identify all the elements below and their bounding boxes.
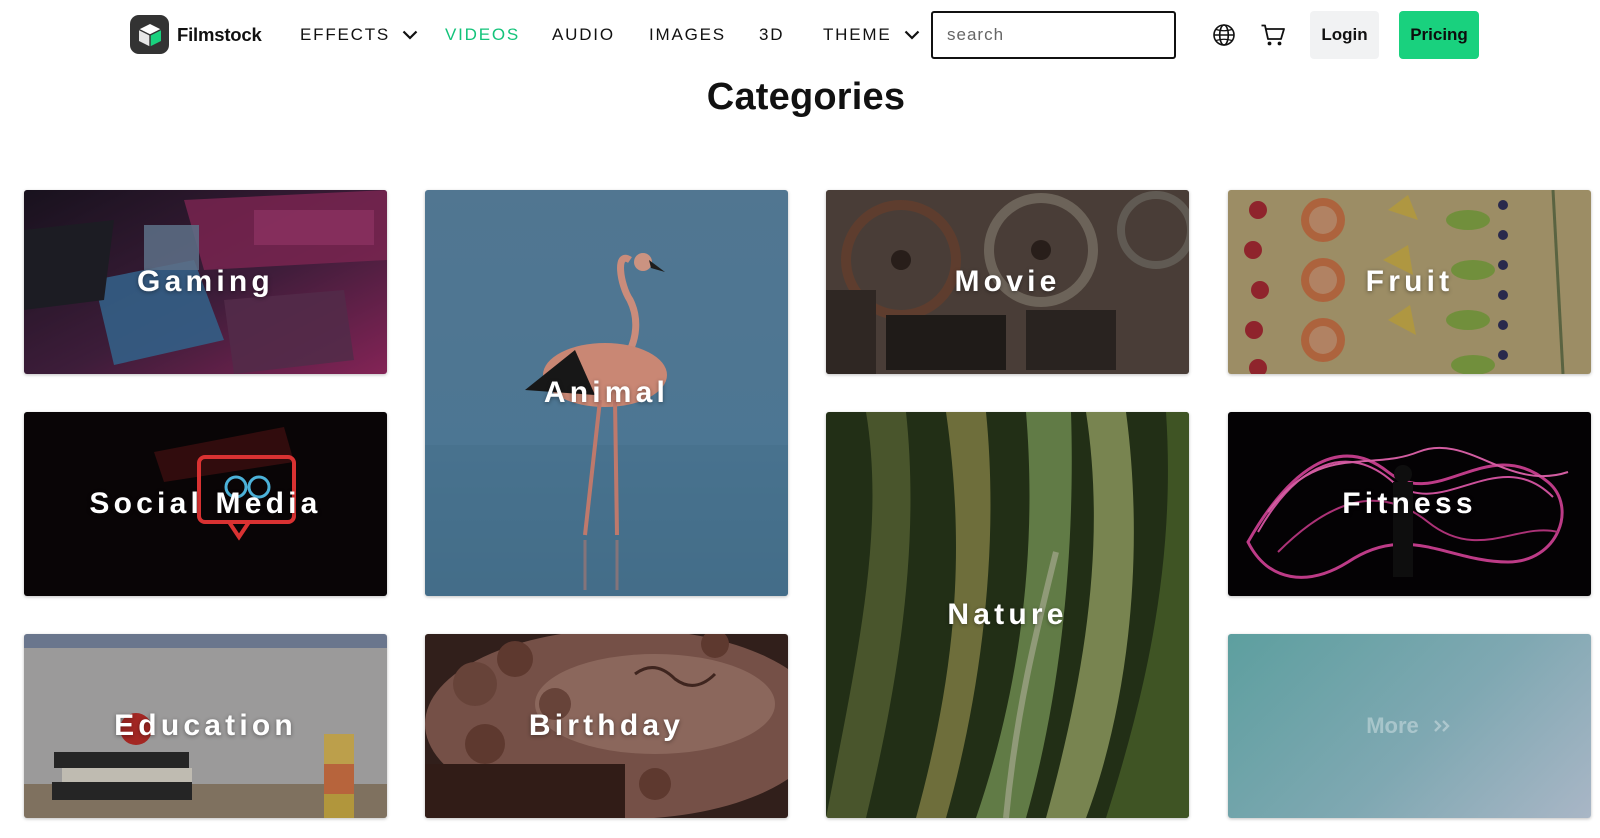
search-box xyxy=(931,11,1176,59)
globe-icon xyxy=(1213,24,1235,46)
brand-name: Filmstock xyxy=(177,23,262,45)
nav-images-label: IMAGES xyxy=(649,25,726,44)
nav-3d[interactable]: 3D xyxy=(759,23,784,47)
nav-audio-label: AUDIO xyxy=(552,25,615,44)
category-label-nature: Nature xyxy=(947,598,1068,631)
category-label-education: Education xyxy=(114,709,297,742)
category-tile-movie[interactable]: Movie xyxy=(826,190,1189,374)
category-tile-nature[interactable]: Nature xyxy=(826,412,1189,818)
nav-videos[interactable]: VIDEOS xyxy=(445,23,520,47)
nav-theme-label: THEME xyxy=(823,25,892,44)
filmstock-logo-icon xyxy=(130,15,169,54)
category-tile-fitness[interactable]: Fitness xyxy=(1228,412,1591,596)
category-label-fitness: Fitness xyxy=(1342,487,1477,520)
nav-theme[interactable]: THEME xyxy=(823,23,920,47)
category-tile-birthday[interactable]: Birthday xyxy=(425,634,788,818)
brand-logo[interactable]: Filmstock xyxy=(130,15,262,54)
search-input[interactable] xyxy=(933,13,1174,57)
nav-effects[interactable]: EFFECTS xyxy=(300,23,418,47)
category-label-gaming: Gaming xyxy=(137,265,274,298)
language-button[interactable] xyxy=(1211,22,1237,48)
category-label-fruit: Fruit xyxy=(1365,265,1454,298)
nav-3d-label: 3D xyxy=(759,25,785,44)
chevron-down-icon xyxy=(402,30,418,40)
nav-images[interactable]: IMAGES xyxy=(649,23,726,47)
category-label-birthday: Birthday xyxy=(528,709,685,742)
category-label-movie: Movie xyxy=(954,265,1061,298)
cart-button[interactable] xyxy=(1260,22,1286,48)
category-label-animal: Animal xyxy=(543,376,670,409)
category-tile-social-media[interactable]: Social Media xyxy=(24,412,387,596)
category-label-social-media: Social Media xyxy=(89,487,322,520)
nav-videos-label: VIDEOS xyxy=(445,25,521,44)
category-tile-gaming[interactable]: Gaming xyxy=(24,190,387,374)
category-tile-education[interactable]: Education xyxy=(24,634,387,818)
category-tile-animal[interactable]: Animal xyxy=(425,190,788,596)
login-button[interactable]: Login xyxy=(1310,11,1379,59)
more-link: More xyxy=(1366,713,1453,739)
nav-effects-label: EFFECTS xyxy=(300,25,391,44)
category-tile-fruit[interactable]: Fruit xyxy=(1228,190,1591,374)
chevron-down-icon xyxy=(904,30,919,40)
pricing-button[interactable]: Pricing xyxy=(1399,11,1479,59)
page-title: Categories xyxy=(706,76,906,118)
site-header: Filmstock EFFECTS VIDEOS AUDIO IMAGES 3D… xyxy=(0,0,1600,70)
cart-icon xyxy=(1261,24,1285,46)
double-chevron-right-icon xyxy=(1433,720,1450,732)
nav-audio[interactable]: AUDIO xyxy=(552,23,615,47)
more-categories-tile[interactable]: More xyxy=(1228,634,1591,818)
more-label: More xyxy=(1366,713,1419,738)
